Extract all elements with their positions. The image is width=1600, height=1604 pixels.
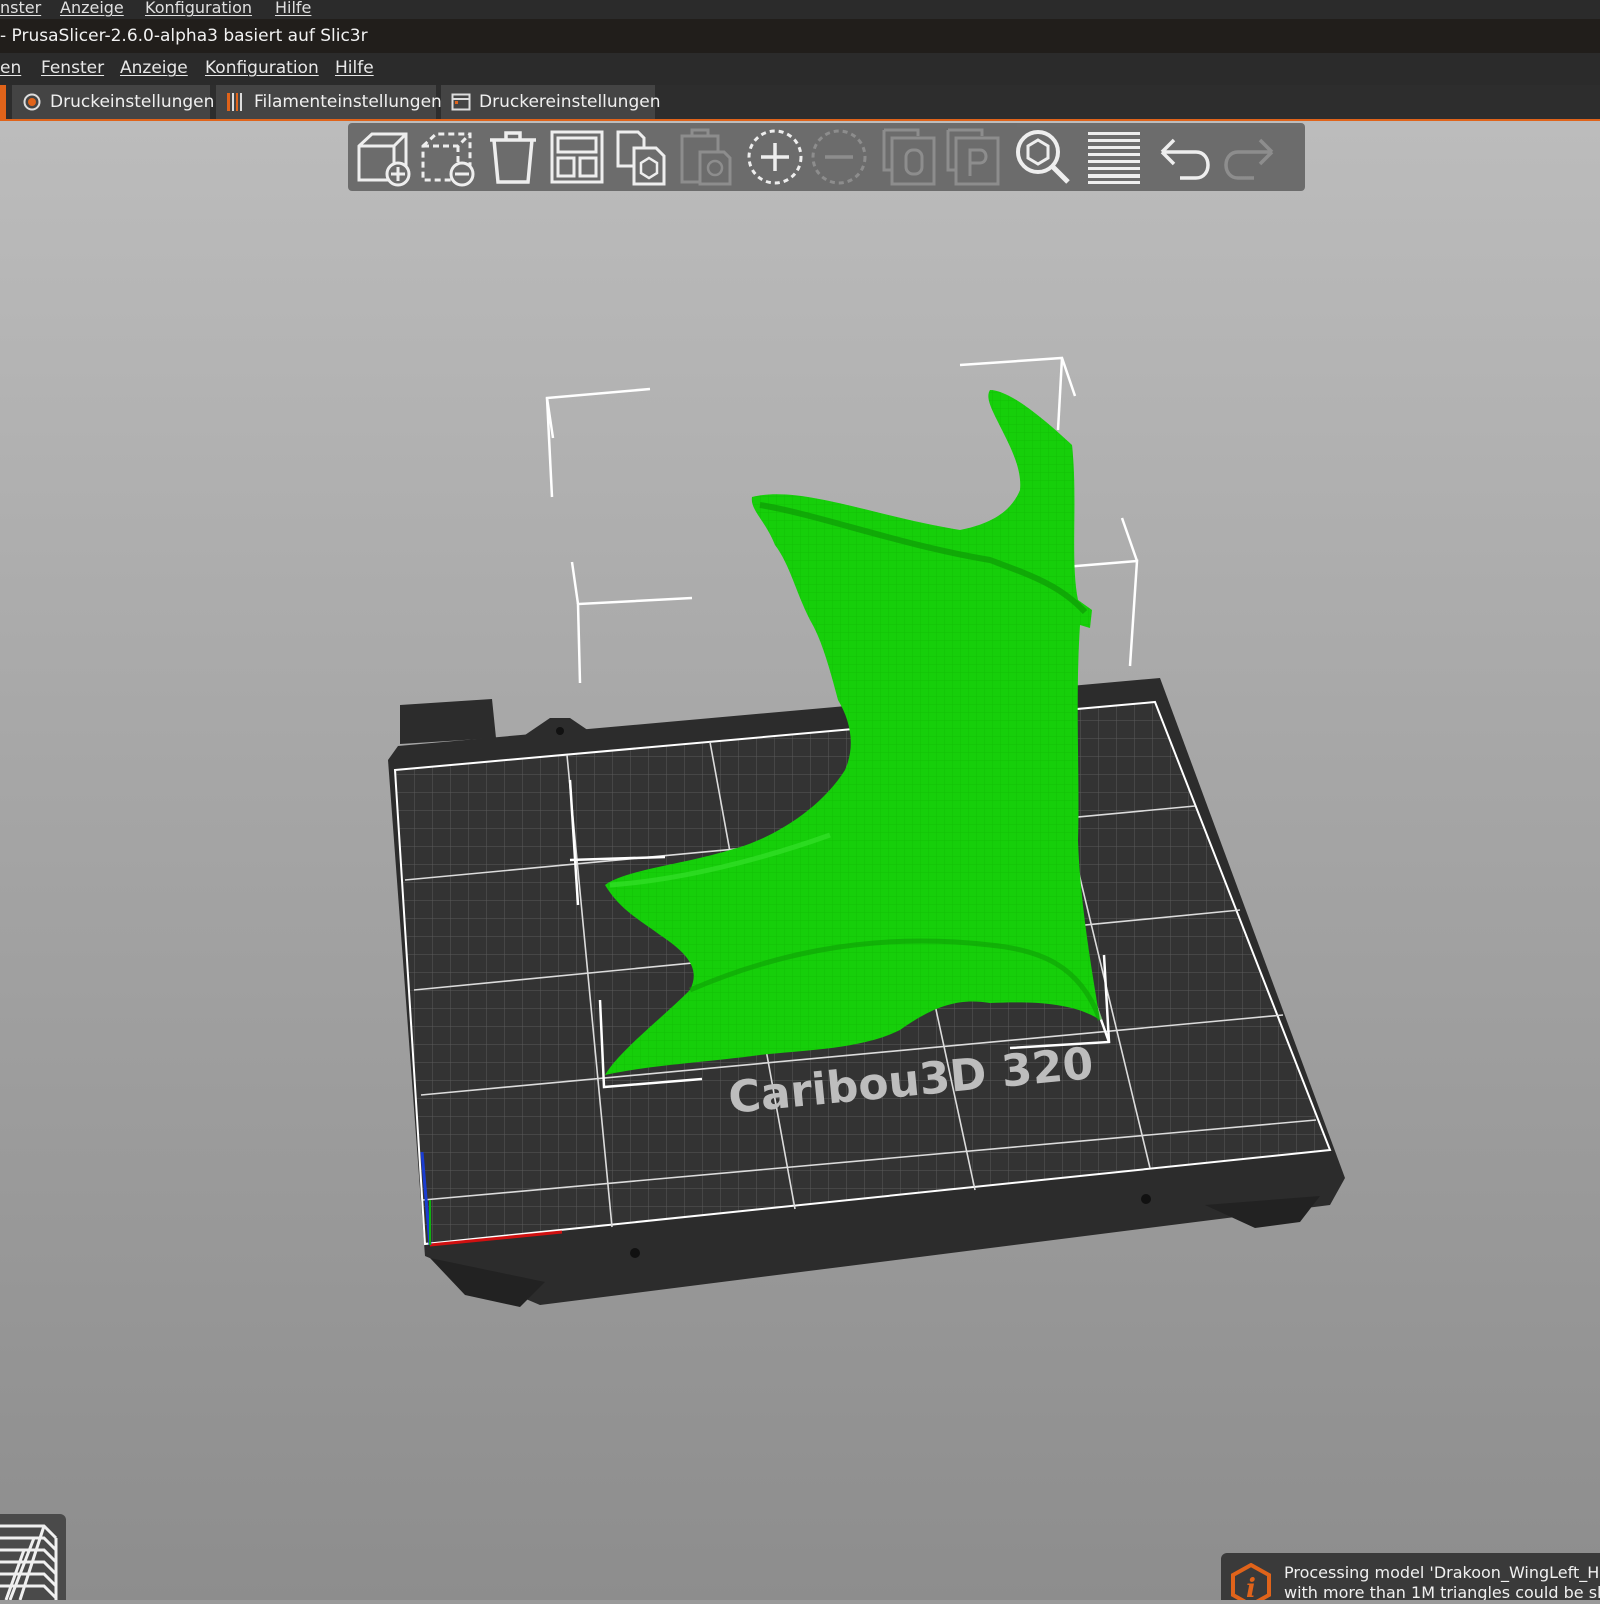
paste-icon [680,128,732,186]
redo-icon [1224,138,1274,180]
svg-text:i: i [1246,1574,1256,1600]
add-cube-icon [357,132,411,187]
arrange-button[interactable] [546,126,608,188]
menu-item-konfiguration[interactable]: Konfiguration [205,58,319,78]
undo-button[interactable] [1154,126,1216,188]
menu-bar: en Fenster Anzeige Konfiguration Hilfe [0,53,1600,85]
delete-icon [421,132,475,187]
split-objects-button[interactable] [878,126,940,188]
active-tab-edge [0,85,6,119]
menu-item-konfiguration[interactable]: Konfiguration [145,0,252,17]
remove-instance-icon [811,129,867,185]
menu-item-dateien[interactable]: en [0,58,21,78]
layers-panel-button[interactable] [0,1514,66,1601]
split-parts-button[interactable] [942,126,1004,188]
filament-icon [227,93,242,111]
tab-bar: Druckeinstellungen Filamenteinstellungen… [0,85,1600,121]
menu-item-anzeige[interactable]: Anzeige [120,58,188,78]
delete-all-button[interactable] [482,126,544,188]
add-instance-button[interactable] [744,126,806,188]
redo-button[interactable] [1218,126,1280,188]
notification-text-line1: Processing model 'Drakoon_WingLeft_Hic [1284,1563,1600,1582]
3d-scene: Caribou3D 320 [388,356,1345,1307]
trash-icon [490,131,536,184]
menu-item-fenster[interactable]: nster [0,0,41,17]
tab-filament-settings[interactable]: Filamenteinstellungen [216,85,442,119]
tab-printer-settings[interactable]: Druckereinstellungen [441,85,660,119]
copy-button[interactable] [610,126,672,188]
split-parts-icon [946,128,1000,186]
3d-viewport[interactable]: Caribou3D 320 [0,121,1600,1600]
notification-popup[interactable]: i Processing model 'Drakoon_WingLeft_Hic… [1221,1553,1600,1600]
split-objects-icon [882,128,936,186]
window-titlebar: - PrusaSlicer-2.6.0-alpha3 basiert auf S… [0,19,1600,53]
layers-icon [1088,132,1140,184]
window-title: - PrusaSlicer-2.6.0-alpha3 basiert auf S… [0,26,368,46]
remove-instance-button[interactable] [808,126,870,188]
info-icon: i [1231,1563,1271,1600]
menu-item-anzeige[interactable]: Anzeige [60,0,124,17]
layer-editing-button[interactable] [1082,126,1144,188]
search-button[interactable] [1012,126,1074,188]
tab-label: Filamenteinstellungen [254,92,442,112]
search-icon [1016,130,1070,184]
menu-bar-top: nster Anzeige Konfiguration Hilfe [0,0,1600,19]
printer-icon [451,93,471,111]
top-toolbar [348,123,1305,191]
menu-item-fenster[interactable]: Fenster [41,58,104,78]
add-instance-icon [747,129,803,185]
menu-item-hilfe[interactable]: Hilfe [275,0,311,17]
undo-icon [1160,138,1210,180]
layers-stack-icon [0,1524,58,1601]
arrange-icon [550,130,604,184]
tab-label: Druckereinstellungen [479,92,661,112]
add-object-button[interactable] [354,126,416,188]
notification-text-line2: with more than 1M triangles could be sl [1284,1583,1600,1600]
print-settings-icon [23,93,41,111]
paste-button[interactable] [674,126,736,188]
tab-print-settings[interactable]: Druckeinstellungen [12,85,214,119]
tab-label: Druckeinstellungen [50,92,215,112]
copy-icon [616,130,666,186]
menu-item-hilfe[interactable]: Hilfe [335,58,374,78]
delete-button[interactable] [418,126,480,188]
